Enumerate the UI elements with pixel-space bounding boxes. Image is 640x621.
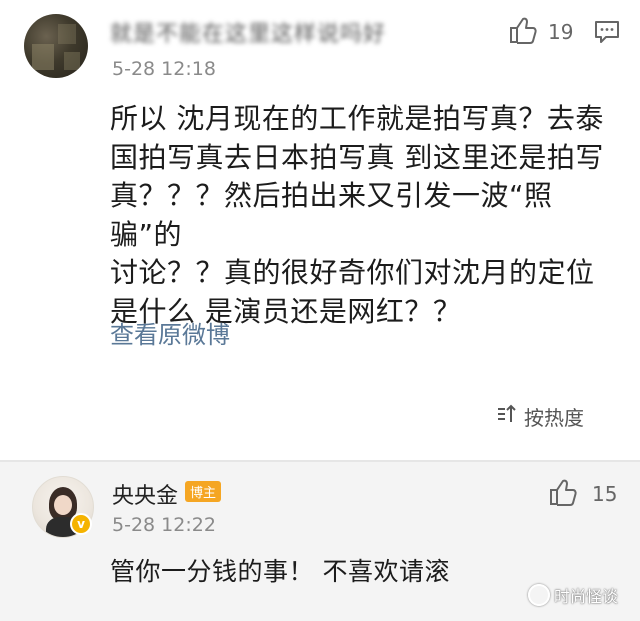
reply-button[interactable] [594,20,620,48]
sort-icon [496,404,518,429]
like-button[interactable]: 19 [508,16,573,48]
timestamp: 5-28 12:22 [112,514,216,536]
username[interactable]: 央央金 [112,478,178,510]
divider [0,460,640,462]
thumbs-up-icon [508,16,538,48]
author-badge: 博主 [185,481,222,502]
comment-text: 所以 沈月现在的工作就是拍写真？去泰 国拍写真去日本拍写真 到这里还是拍写 真？… [110,102,604,328]
reply-text: 管你一分钱的事！ 不喜欢请滚 [110,557,450,586]
watermark: 时尚怪谈 [528,583,618,607]
verified-icon: v [70,513,92,535]
username[interactable]: 就是不能在这里这样说吗好 [110,16,390,47]
avatar[interactable] [24,14,88,78]
sort-label: 按热度 [524,406,584,430]
thumbs-up-icon [548,478,578,510]
comment-icon [594,21,620,48]
wechat-icon [528,584,550,606]
like-count: 19 [548,20,574,44]
like-button[interactable]: 15 [548,478,617,510]
view-original-link[interactable]: 查看原微博 [110,315,230,350]
sort-by-hot-button[interactable]: 按热度 [496,402,584,431]
like-count: 15 [592,482,618,506]
watermark-text: 时尚怪谈 [554,587,619,606]
timestamp: 5-28 12:18 [112,58,216,80]
